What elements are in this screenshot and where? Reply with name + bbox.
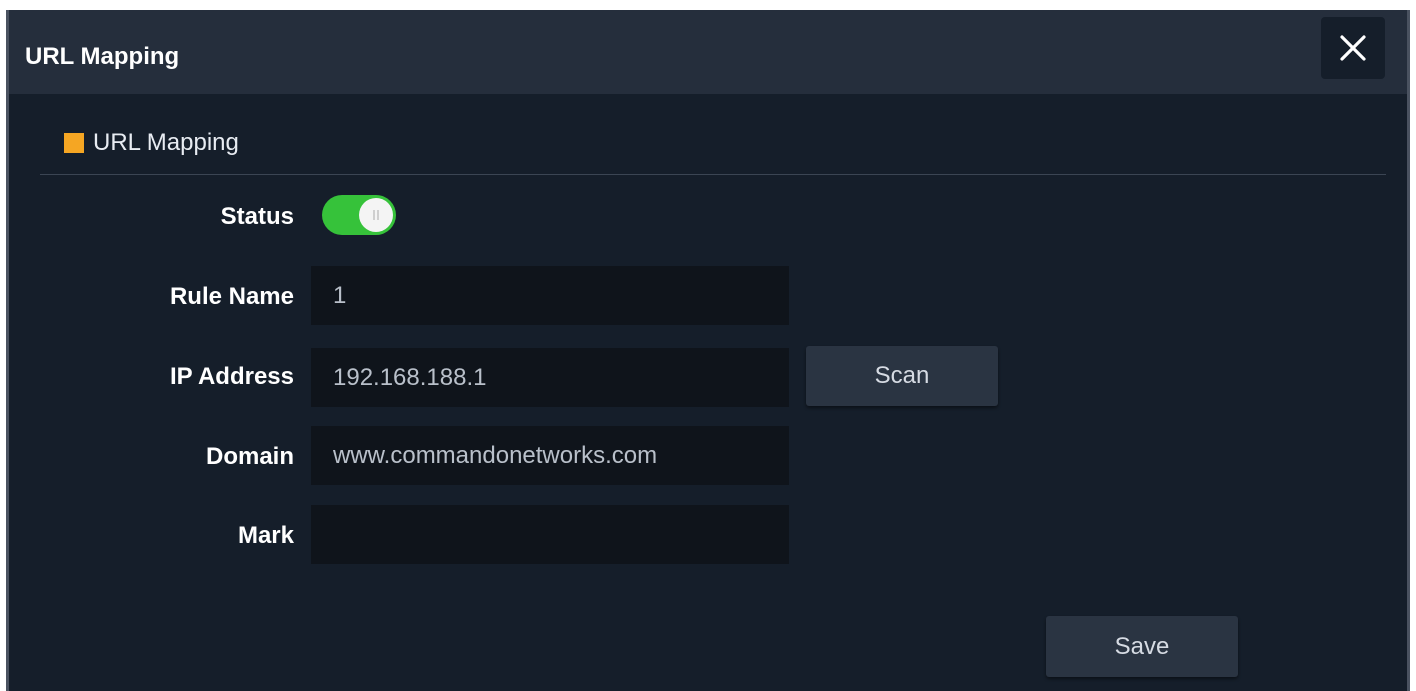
ip-address-label: IP Address: [169, 363, 294, 390]
url-mapping-dialog: URL Mapping URL Mapping Status Rule Name…: [6, 10, 1410, 691]
status-label: Status: [220, 203, 294, 230]
save-button[interactable]: Save: [1046, 616, 1238, 677]
section-title: URL Mapping: [93, 129, 239, 156]
toggle-knob: [359, 198, 393, 232]
dialog-header: URL Mapping: [9, 10, 1407, 94]
rule-name-input[interactable]: [311, 266, 789, 325]
rule-name-label: Rule Name: [169, 283, 294, 310]
domain-input[interactable]: [311, 426, 789, 485]
section-divider: [40, 174, 1386, 175]
section-header: URL Mapping: [64, 128, 239, 158]
mark-input[interactable]: [311, 505, 789, 564]
status-toggle[interactable]: [322, 195, 396, 235]
mark-label: Mark: [237, 522, 294, 549]
close-icon: [1340, 35, 1366, 61]
close-button[interactable]: [1321, 17, 1385, 79]
domain-label: Domain: [205, 443, 294, 470]
section-marker-icon: [64, 133, 84, 153]
scan-button[interactable]: Scan: [806, 346, 998, 406]
ip-address-input[interactable]: [311, 348, 789, 407]
dialog-title: URL Mapping: [25, 43, 180, 70]
